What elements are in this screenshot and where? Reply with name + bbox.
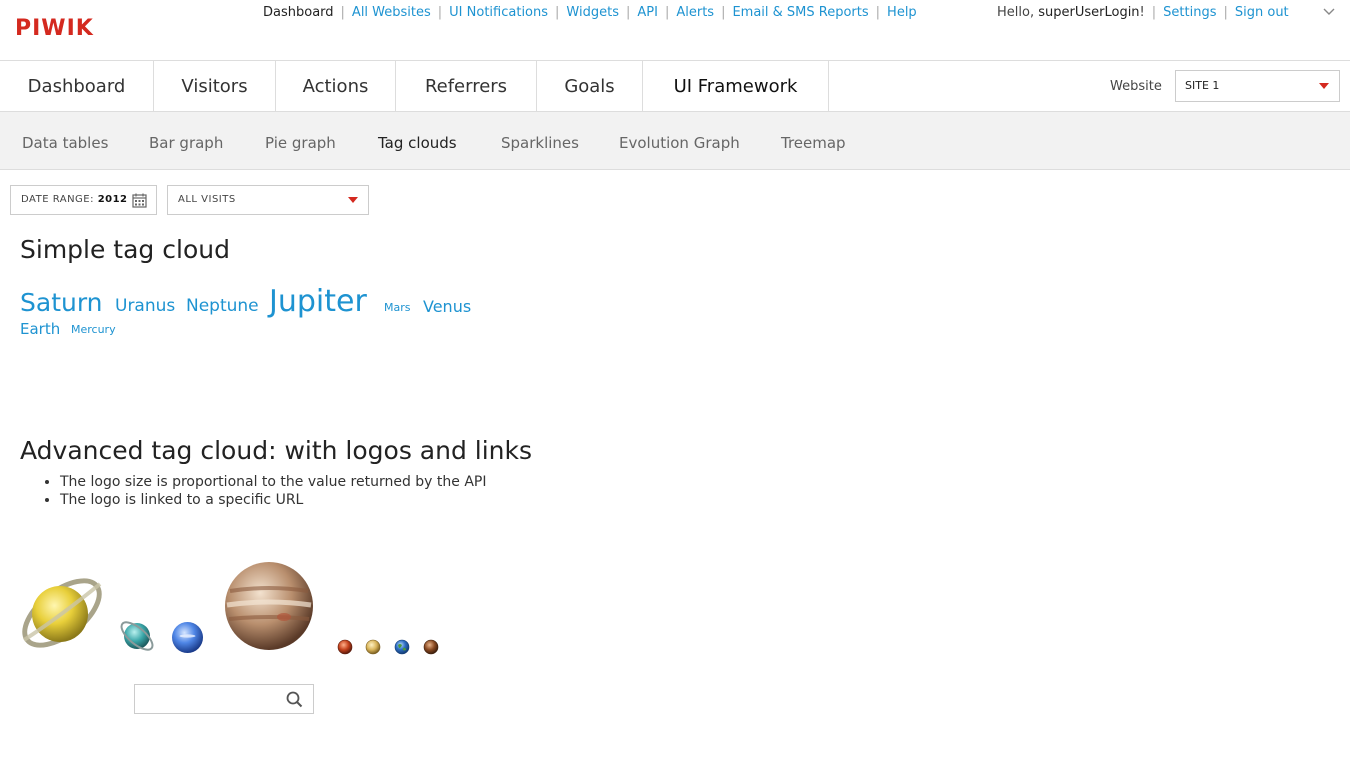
submenu-pie-graph[interactable]: Pie graph <box>265 112 336 174</box>
site-dropdown-arrow-icon <box>1319 83 1329 89</box>
calendar-icon <box>132 193 147 208</box>
website-label: Website <box>1110 79 1162 94</box>
greeting-text: Hello, <box>997 5 1035 20</box>
username: superUserLogin <box>1038 5 1140 20</box>
site-selector[interactable]: SITE 1 <box>1175 70 1340 102</box>
tag-venus[interactable]: Venus <box>423 297 471 316</box>
submenu-bar-graph[interactable]: Bar graph <box>149 112 223 174</box>
advanced-notes-list: The logo size is proportional to the val… <box>20 473 487 509</box>
submenu-tag-clouds[interactable]: Tag clouds <box>378 112 457 174</box>
search-icon[interactable] <box>286 691 303 708</box>
note-item: The logo is linked to a specific URL <box>60 491 487 509</box>
topnav-dashboard[interactable]: Dashboard <box>263 5 334 20</box>
submenu-treemap[interactable]: Treemap <box>781 112 846 174</box>
tab-referrers[interactable]: Referrers <box>396 61 537 113</box>
tab-actions[interactable]: Actions <box>276 61 396 113</box>
settings-link[interactable]: Settings <box>1163 5 1216 20</box>
greeting-suffix: ! <box>1139 5 1145 20</box>
date-range-label: DATE RANGE: <box>21 194 94 205</box>
segment-selector[interactable]: ALL VISITS <box>167 185 369 215</box>
tab-visitors[interactable]: Visitors <box>154 61 276 113</box>
topnav-ui-notifications[interactable]: UI Notifications <box>449 5 548 20</box>
top-navigation: Dashboard | All Websites | UI Notifications |… <box>263 5 917 20</box>
earth-logo[interactable] <box>394 639 410 655</box>
tab-goals[interactable]: Goals <box>537 61 643 113</box>
topnav-alerts[interactable]: Alerts <box>676 5 714 20</box>
topnav-api[interactable]: API <box>637 5 658 20</box>
mars-logo[interactable] <box>337 639 353 655</box>
sub-menu: Data tables Bar graph Pie graph Tag clou… <box>0 112 1350 170</box>
chevron-down-icon[interactable] <box>1322 5 1336 19</box>
neptune-logo[interactable] <box>171 621 204 654</box>
date-range-selector[interactable]: DATE RANGE: 2012 <box>10 185 157 215</box>
tag-mercury[interactable]: Mercury <box>71 323 116 336</box>
topnav-widgets[interactable]: Widgets <box>566 5 619 20</box>
tag-uranus[interactable]: Uranus <box>115 296 175 316</box>
piwik-logo[interactable]: PIWIK <box>15 16 94 41</box>
search-input[interactable] <box>134 684 314 714</box>
uranus-logo[interactable] <box>118 618 156 655</box>
tab-ui-framework[interactable]: UI Framework <box>642 61 829 116</box>
tag-saturn[interactable]: Saturn <box>20 288 103 317</box>
venus-logo[interactable] <box>365 639 381 655</box>
segment-dropdown-arrow-icon <box>348 197 358 203</box>
note-item: The logo size is proportional to the val… <box>60 473 487 491</box>
submenu-sparklines[interactable]: Sparklines <box>501 112 579 174</box>
site-selector-value: SITE 1 <box>1185 79 1220 92</box>
segment-value: ALL VISITS <box>178 194 236 205</box>
topnav-all-websites[interactable]: All Websites <box>352 5 431 20</box>
tag-jupiter[interactable]: Jupiter <box>269 284 367 319</box>
topnav-help[interactable]: Help <box>887 5 917 20</box>
date-range-value: 2012 <box>97 194 128 205</box>
submenu-data-tables[interactable]: Data tables <box>22 112 108 174</box>
advanced-tag-cloud-title: Advanced tag cloud: with logos and links <box>20 436 533 465</box>
topnav-email-sms-reports[interactable]: Email & SMS Reports <box>732 5 868 20</box>
tag-neptune[interactable]: Neptune <box>186 296 259 316</box>
user-navigation: Hello, superUserLogin! | Settings | Sign out <box>997 5 1289 20</box>
saturn-logo[interactable] <box>18 570 106 656</box>
submenu-evolution-graph[interactable]: Evolution Graph <box>619 112 740 174</box>
jupiter-logo[interactable] <box>224 561 314 651</box>
tag-mars[interactable]: Mars <box>384 301 411 314</box>
tab-dashboard[interactable]: Dashboard <box>0 61 154 113</box>
tag-earth[interactable]: Earth <box>20 320 60 338</box>
simple-tag-cloud-title: Simple tag cloud <box>20 235 230 264</box>
signout-link[interactable]: Sign out <box>1235 5 1289 20</box>
mercury-logo[interactable] <box>423 639 439 655</box>
